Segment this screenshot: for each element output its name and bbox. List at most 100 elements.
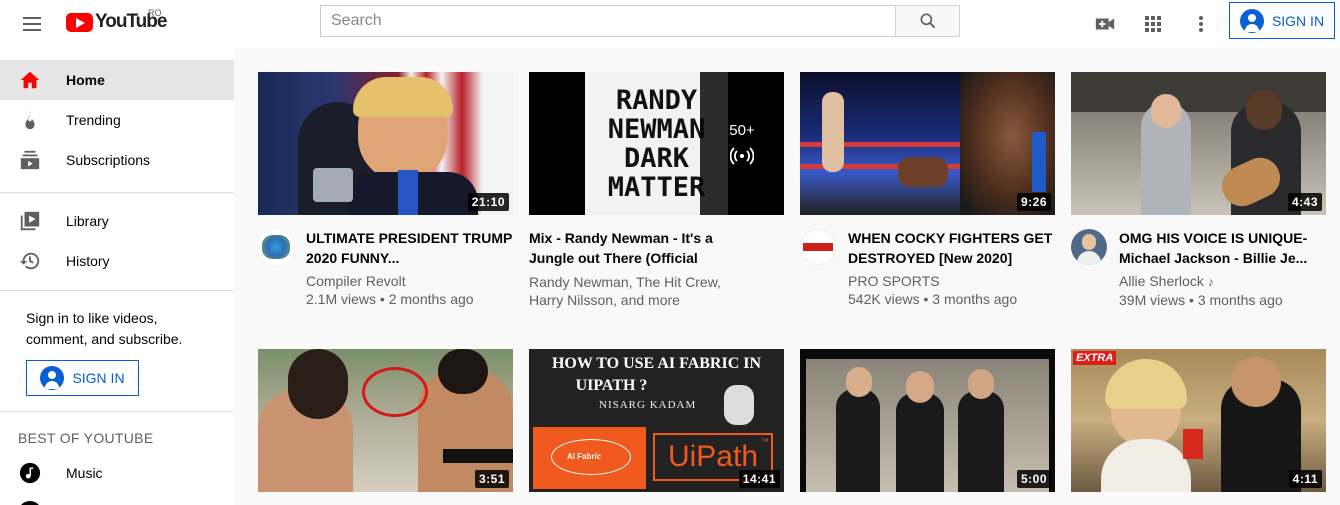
video-card[interactable]: 9:26 WHEN COCKY FIGHTERS GET DESTROYED […	[800, 72, 1055, 307]
video-card[interactable]: EXTRA 4:11	[1071, 349, 1326, 492]
ai-fabric-badge: Ai Fabric	[567, 452, 602, 461]
sidebar-item-label: Trending	[66, 112, 121, 128]
account-icon	[1239, 8, 1264, 33]
sidebar-divider	[0, 411, 234, 412]
history-icon	[18, 249, 42, 273]
video-duration: 3:51	[474, 470, 509, 488]
sidebar: Home Trending Subscriptions Library Hist…	[0, 48, 234, 505]
video-duration: 5:00	[1016, 470, 1051, 488]
video-thumbnail[interactable]: 5:00	[800, 349, 1055, 492]
video-title[interactable]: ULTIMATE PRESIDENT TRUMP 2020 FUNNY...	[306, 228, 513, 268]
channel-avatar[interactable]	[800, 229, 836, 265]
music-note-icon: ♪	[1207, 275, 1214, 289]
view-count: 2.1M views	[306, 291, 377, 307]
sign-in-button[interactable]: SIGN IN	[1229, 2, 1335, 39]
section-title: BEST OF YOUTUBE	[18, 430, 154, 446]
video-thumbnail[interactable]: HOW TO USE AI FABRIC IN UIPATH ? NISARG …	[529, 349, 784, 492]
robot-icon	[724, 385, 754, 425]
subscriptions-icon	[18, 148, 42, 172]
sidebar-sign-in-button[interactable]: SIGN IN	[26, 360, 139, 396]
video-metadata: Allie Sherlock ♪ 39M views • 3 months ag…	[1119, 272, 1326, 309]
video-card[interactable]: 4:43 OMG HIS VOICE IS UNIQUE- Michael Ja…	[1071, 72, 1326, 308]
upload-age: 3 months ago	[932, 291, 1018, 307]
video-card[interactable]: 5:00	[800, 349, 1055, 492]
thumbnail-author: NISARG KADAM	[599, 399, 697, 411]
video-thumbnail[interactable]: 21:10	[258, 72, 513, 215]
view-count: 39M views	[1119, 292, 1186, 308]
video-thumbnail[interactable]: EXTRA 4:11	[1071, 349, 1326, 492]
video-metadata: PRO SPORTS 542K views • 3 months ago	[848, 272, 1055, 308]
sign-in-label: SIGN IN	[1271, 12, 1325, 29]
apps-button[interactable]	[1133, 4, 1173, 44]
uipath-logo-text: UiPath	[667, 440, 759, 473]
video-card[interactable]: 21:10 ULTIMATE PRESIDENT TRUMP 2020 FUNN…	[258, 72, 513, 307]
sidebar-item-music[interactable]: Music	[0, 453, 234, 493]
home-icon	[18, 68, 42, 92]
create-video-button[interactable]	[1085, 4, 1125, 44]
music-note-icon	[18, 461, 42, 485]
thumbnail-line: HOW TO USE AI FABRIC IN	[551, 355, 762, 372]
trademark-mark: ™	[761, 437, 769, 446]
sidebar-item-label: Library	[66, 213, 109, 229]
sidebar-divider	[0, 192, 234, 193]
sidebar-item-history[interactable]: History	[0, 241, 234, 281]
sidebar-divider	[0, 290, 234, 291]
sidebar-item-label: Music	[66, 465, 103, 481]
channel-avatar[interactable]	[1071, 229, 1107, 265]
more-vert-icon	[1199, 16, 1203, 32]
channel-avatar[interactable]	[258, 229, 294, 265]
channel-name-text: Allie Sherlock	[1119, 273, 1204, 289]
flame-icon	[18, 108, 42, 132]
video-thumbnail[interactable]: 4:43	[1071, 72, 1326, 215]
video-thumbnail[interactable]: 3:51	[258, 349, 513, 492]
mix-artists[interactable]: Randy Newman, The Hit Crew, Harry Nilsso…	[529, 273, 736, 309]
extra-badge: EXTRA	[1073, 351, 1117, 365]
view-count: 542K views	[848, 291, 920, 307]
search-icon	[920, 13, 935, 29]
next-channel-icon	[18, 501, 42, 505]
video-title[interactable]: WHEN COCKY FIGHTERS GET DESTROYED [New 2…	[848, 228, 1055, 268]
sidebar-item-subscriptions[interactable]: Subscriptions	[0, 140, 234, 180]
upload-age: 3 months ago	[1197, 292, 1283, 308]
create-video-icon	[1095, 18, 1115, 30]
playlist-count: 50+	[729, 122, 755, 139]
sidebar-item-trending[interactable]: Trending	[0, 100, 234, 140]
video-metadata: Compiler Revolt 2.1M views • 2 months ag…	[306, 272, 513, 308]
library-icon	[18, 209, 42, 233]
video-duration: 21:10	[467, 193, 509, 211]
video-thumbnail[interactable]: 9:26	[800, 72, 1055, 215]
channel-name[interactable]: PRO SPORTS	[848, 272, 1055, 290]
country-code: RO	[148, 8, 162, 18]
search-input[interactable]	[320, 5, 896, 37]
microphone-icon	[1183, 429, 1203, 459]
youtube-play-icon	[66, 12, 93, 32]
radio-broadcast-icon	[730, 147, 754, 165]
account-icon	[40, 366, 65, 390]
sidebar-item-label: History	[66, 253, 110, 269]
playlist-overlay: 50+	[700, 72, 784, 215]
video-duration: 4:43	[1287, 193, 1322, 211]
video-card[interactable]: 3:51	[258, 349, 513, 492]
sidebar-item-library[interactable]: Library	[0, 201, 234, 241]
mix-card[interactable]: RANDY NEWMAN DARK MATTER 50+ Mix - Randy…	[529, 72, 784, 308]
video-card[interactable]: HOW TO USE AI FABRIC IN UIPATH ? NISARG …	[529, 349, 784, 492]
settings-menu-button[interactable]	[1181, 4, 1221, 44]
masthead: YouTube RO SIGN IN	[0, 0, 1340, 48]
sidebar-item-label: Home	[66, 72, 105, 88]
sidebar-item-home[interactable]: Home	[0, 60, 234, 100]
sign-in-prompt: Sign in to like videos, comment, and sub…	[26, 310, 183, 347]
channel-name[interactable]: Compiler Revolt	[306, 272, 513, 290]
menu-icon[interactable]	[12, 4, 52, 44]
video-title[interactable]: Mix - Randy Newman - It's a Jungle out T…	[529, 228, 736, 268]
highlight-circle	[362, 367, 428, 417]
apps-grid-icon	[1145, 16, 1161, 32]
video-duration: 14:41	[738, 470, 780, 488]
mix-thumbnail[interactable]: RANDY NEWMAN DARK MATTER 50+	[529, 72, 784, 215]
video-duration: 9:26	[1016, 193, 1051, 211]
search-button[interactable]	[895, 5, 960, 37]
sign-in-label: SIGN IN	[72, 370, 125, 386]
upload-age: 2 months ago	[388, 291, 474, 307]
sidebar-item-label: Subscriptions	[66, 152, 151, 168]
channel-name[interactable]: Allie Sherlock ♪	[1119, 272, 1326, 291]
video-title[interactable]: OMG HIS VOICE IS UNIQUE- Michael Jackson…	[1119, 228, 1326, 268]
